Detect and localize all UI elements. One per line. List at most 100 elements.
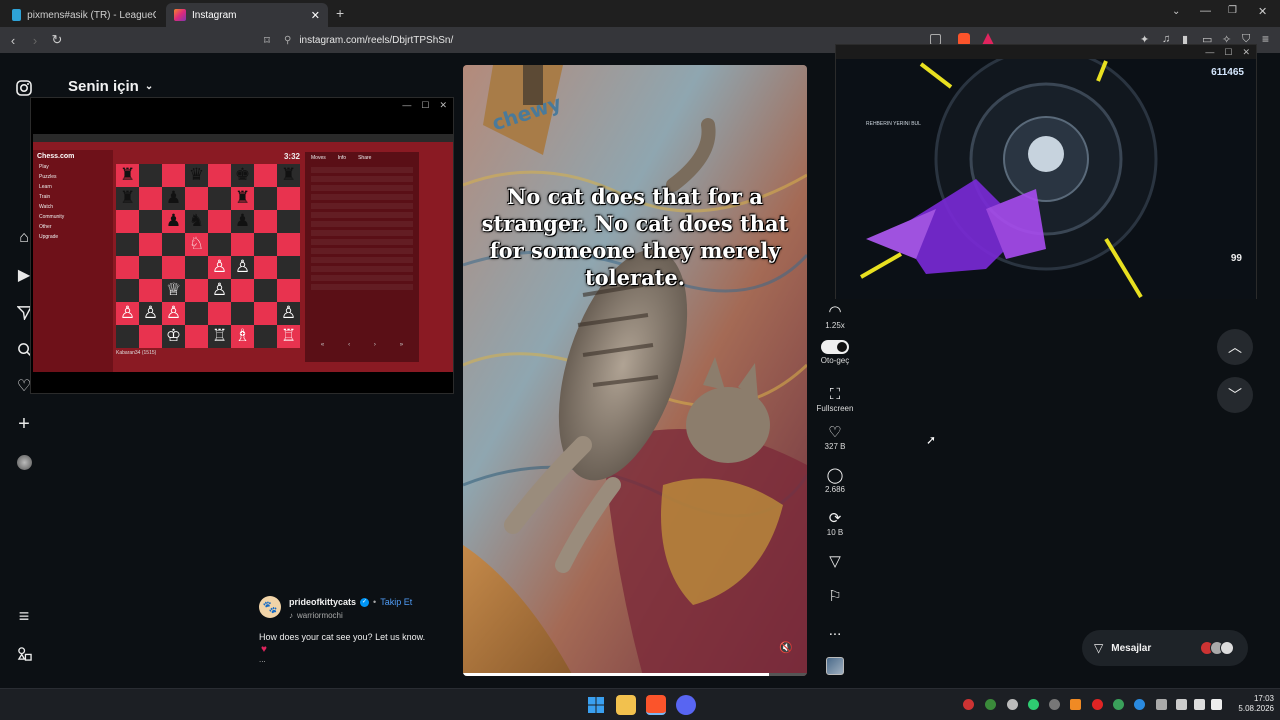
chess-sidebar-item[interactable]: Train [39,194,107,200]
create-plus-icon[interactable]: + [14,413,34,435]
chess-window-titlebar[interactable]: — ☐ ✕ [31,98,453,112]
clock[interactable]: 17:03 5.08.2026 [1230,694,1274,714]
chess-piece[interactable]: ♙ [208,256,231,279]
board-square[interactable] [254,164,277,187]
board-square[interactable] [208,233,231,256]
feed-selector[interactable]: Senin için ⌄ [68,78,153,95]
board-square[interactable] [116,279,139,302]
move-row[interactable] [311,167,413,173]
move-row[interactable] [311,284,413,290]
chess-piece[interactable]: ♛ [185,164,208,187]
move-row[interactable] [311,239,413,245]
forward-icon[interactable]: › [24,33,46,48]
more-menu-icon[interactable]: ≡ [14,606,34,626]
move-row[interactable] [311,230,413,236]
move-row[interactable] [311,266,413,272]
board-square[interactable] [185,302,208,325]
chess-piece[interactable]: ♜ [277,164,300,187]
restore-icon[interactable]: ❐ [1228,5,1237,16]
chess-piece[interactable]: ♞ [185,210,208,233]
chess-piece[interactable]: ♖ [208,325,231,348]
close-tab-icon[interactable]: ✕ [311,9,320,22]
tray-nvidia-icon[interactable] [985,699,996,710]
chess-piece[interactable]: ♚ [231,164,254,187]
site-info-icon[interactable]: ⚲ [284,35,291,46]
chess-overlay-window[interactable]: — ☐ ✕ Chess.com Play Puzzles Learn Train Wat… [30,97,454,394]
reel-video[interactable]: chewy No cat does that for a stranger. N… [463,65,807,676]
board-square[interactable] [139,210,162,233]
file-explorer-icon[interactable] [616,695,636,715]
maximize-icon[interactable]: ☐ [1224,47,1232,58]
tray-app-4-icon[interactable] [1113,699,1124,710]
chess-piece[interactable]: ♜ [231,187,254,210]
tab-search-chevron-icon[interactable]: ⌄ [1172,6,1180,17]
board-square[interactable] [254,302,277,325]
new-tab-button[interactable]: + [336,5,344,21]
previous-reel-button[interactable]: ︿ [1217,329,1253,365]
chess-sidebar-item[interactable]: Puzzles [39,174,107,180]
chess-piece[interactable]: ♘ [185,233,208,256]
bookmark-icon[interactable]: ⌑ [256,34,278,47]
board-square[interactable] [208,164,231,187]
move-row[interactable] [311,185,413,191]
audio-thumbnail[interactable] [826,657,844,675]
board-square[interactable] [254,210,277,233]
board-square[interactable] [277,233,300,256]
next-reel-button[interactable]: ﹀ [1217,377,1253,413]
board-square[interactable] [231,233,254,256]
board-square[interactable] [277,256,300,279]
toggle-switch[interactable] [821,340,849,354]
move-row[interactable] [311,176,413,182]
tray-app-1-icon[interactable] [963,699,974,710]
first-move-icon[interactable]: « [321,342,324,352]
minimize-icon[interactable]: — [1205,47,1214,57]
board-square[interactable] [139,325,162,348]
share-button[interactable]: ▽ [815,553,855,571]
board-square[interactable] [231,302,254,325]
chess-sidebar-item[interactable]: Watch [39,204,107,210]
board-square[interactable] [254,233,277,256]
minimize-icon[interactable]: — [1200,5,1211,17]
close-window-icon[interactable]: ✕ [1258,5,1267,18]
chess-sidebar-item[interactable]: Play [39,164,107,170]
move-tab[interactable]: Moves [311,155,326,161]
minimize-icon[interactable]: — [402,100,411,110]
board-square[interactable] [208,210,231,233]
audio-row[interactable]: ♪ warriormochi [289,611,343,620]
autoplay-toggle[interactable]: Oto-geç [815,340,855,365]
board-square[interactable] [116,325,139,348]
chess-piece[interactable]: ♟ [162,210,185,233]
profile-avatar[interactable] [14,452,34,472]
chess-piece[interactable]: ♙ [208,279,231,302]
like-button[interactable]: ♡ 327 B [815,424,855,451]
board-square[interactable] [162,164,185,187]
playback-speed-button[interactable]: ◠ 1.25x [815,303,855,330]
tray-steam-icon[interactable] [1007,699,1018,710]
chess-sidebar-item[interactable]: Learn [39,184,107,190]
board-square[interactable] [139,164,162,187]
fullscreen-button[interactable]: ⛶ Fullscreen [815,386,855,413]
board-square[interactable] [277,187,300,210]
move-row[interactable] [311,194,413,200]
chess-sidebar-item[interactable]: Upgrade [39,234,107,240]
caption-more[interactable]: ... [259,655,266,664]
mute-icon[interactable]: 🔇 [779,641,793,654]
chess-board[interactable]: ♜ ♛ ♚ ♜ ♜ ♟ ♜ ♟ ♞ ♟ ♘ ♙ ♙ ♕ ♙ ♙ ♙ ♙ ♙ ♔ ♖ ♗ ♖ [116,164,300,348]
chess-piece[interactable]: ♕ [162,279,185,302]
move-tab[interactable]: Info [338,155,346,161]
board-square[interactable] [208,187,231,210]
board-square[interactable] [254,279,277,302]
move-row[interactable] [311,275,413,281]
save-button[interactable]: ⚐ [815,588,855,606]
move-nav-controls[interactable]: « ‹ › » [309,342,415,352]
next-move-icon[interactable]: › [374,342,376,352]
chess-piece[interactable]: ♖ [277,325,300,348]
board-square[interactable] [185,187,208,210]
back-icon[interactable]: ‹ [2,33,24,48]
start-windows-icon[interactable] [586,695,606,715]
move-row[interactable] [311,203,413,209]
chess-piece[interactable]: ♙ [116,302,139,325]
board-square[interactable] [139,279,162,302]
close-icon[interactable]: ✕ [1242,47,1250,58]
board-square[interactable] [277,210,300,233]
